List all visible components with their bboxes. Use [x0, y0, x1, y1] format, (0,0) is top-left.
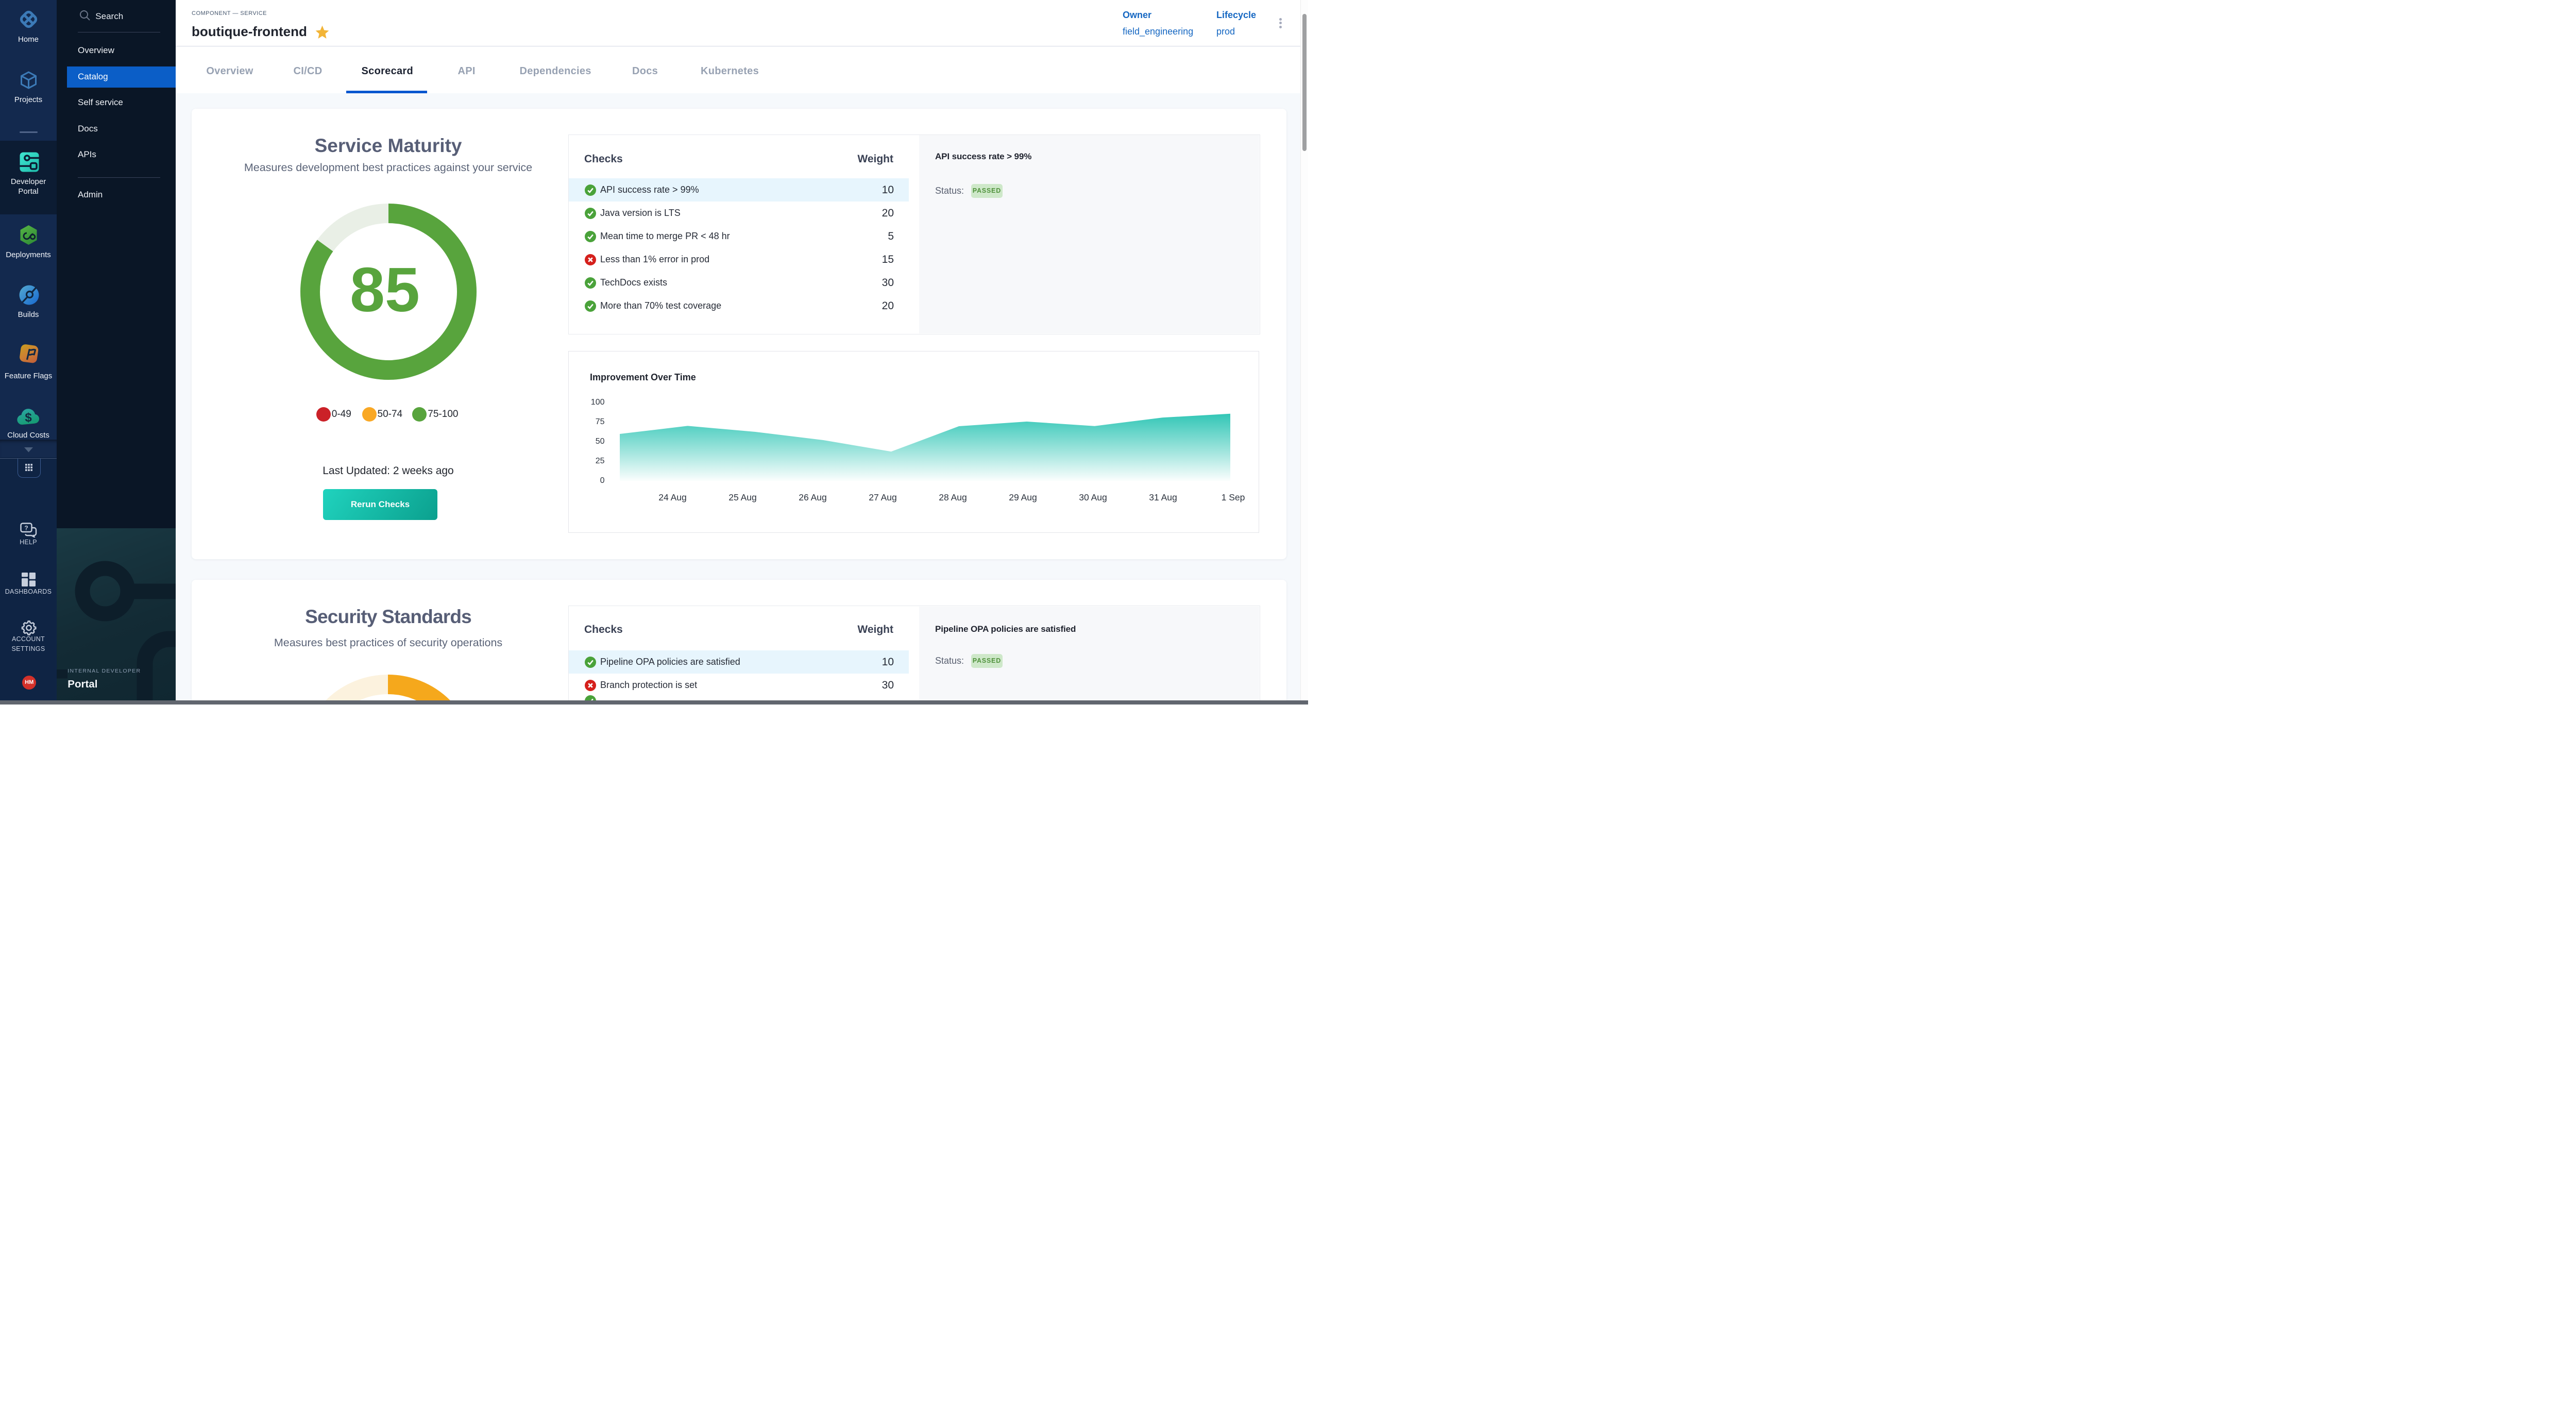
svg-text:?: ? [24, 525, 28, 532]
svg-text:$: $ [25, 411, 32, 425]
svg-text:85: 85 [350, 255, 420, 325]
